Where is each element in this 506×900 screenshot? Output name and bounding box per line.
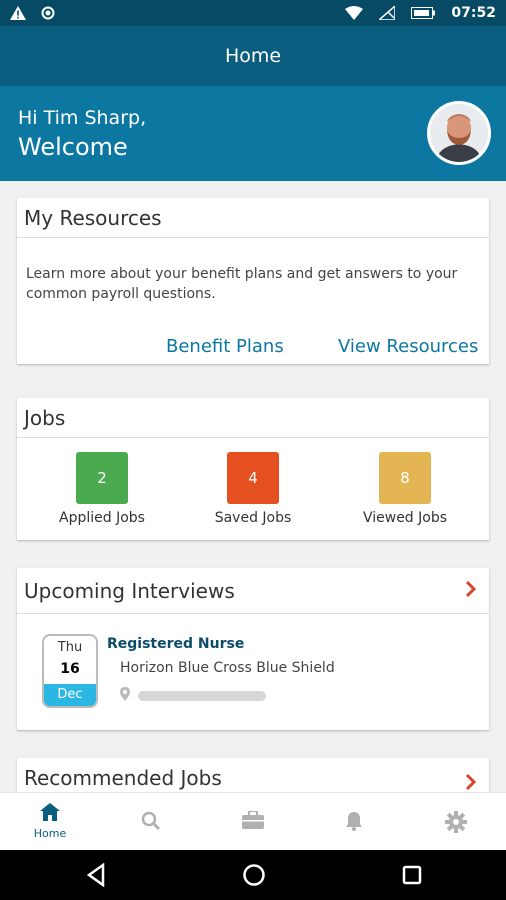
- resources-card: My Resources Learn more about your benef…: [17, 198, 489, 364]
- nav-home-label: Home: [33, 827, 67, 840]
- nav-notifications[interactable]: [304, 793, 404, 851]
- interview-company: Horizon Blue Cross Blue Shield: [120, 660, 335, 676]
- interviews-header[interactable]: Upcoming Interviews: [17, 568, 489, 614]
- nav-settings[interactable]: [406, 793, 506, 851]
- greeting-text: Hi Tim Sharp,: [18, 107, 147, 129]
- interview-job-title: Registered Nurse: [107, 636, 245, 652]
- home-icon: [40, 803, 60, 825]
- chevron-right-icon[interactable]: [465, 772, 477, 792]
- applied-jobs-stat[interactable]: 2 Applied Jobs: [37, 452, 167, 526]
- interview-day: 16: [60, 661, 80, 677]
- benefit-plans-link[interactable]: Benefit Plans: [166, 336, 284, 357]
- clock-time: 07:52: [451, 5, 496, 21]
- viewed-jobs-stat[interactable]: 8 Viewed Jobs: [340, 452, 470, 526]
- recents-icon[interactable]: [402, 865, 422, 889]
- jobs-title: Jobs: [17, 398, 489, 438]
- nav-search[interactable]: [101, 793, 201, 851]
- recommended-card[interactable]: Recommended Jobs: [17, 758, 489, 792]
- wifi-icon: [345, 6, 364, 20]
- location-target-icon: [40, 5, 56, 21]
- jobs-card: Jobs 2 Applied Jobs 4 Saved Jobs 8 Viewe…: [17, 398, 489, 540]
- saved-jobs-label: Saved Jobs: [214, 510, 292, 526]
- warning-icon: [10, 6, 26, 20]
- saved-jobs-count: 4: [227, 452, 279, 504]
- viewed-jobs-count: 8: [379, 452, 431, 504]
- nav-home[interactable]: Home: [0, 793, 100, 851]
- nav-jobs[interactable]: [203, 793, 303, 851]
- welcome-banner: Hi Tim Sharp, Welcome: [0, 86, 506, 181]
- battery-icon: [411, 7, 436, 19]
- applied-jobs-label: Applied Jobs: [59, 510, 145, 526]
- gear-icon: [445, 811, 467, 837]
- interview-location: [120, 686, 266, 705]
- welcome-title: Welcome: [18, 133, 128, 161]
- search-icon: [141, 811, 161, 835]
- resources-title: My Resources: [17, 198, 489, 238]
- viewed-jobs-label: Viewed Jobs: [362, 510, 448, 526]
- applied-jobs-count: 2: [76, 452, 128, 504]
- system-nav-bar: [0, 850, 506, 900]
- interview-day-of-week: Thu: [57, 640, 83, 655]
- interviews-card: Upcoming Interviews Thu 16 Dec Registere…: [17, 568, 489, 730]
- resources-description: Learn more about your benefit plans and …: [26, 266, 458, 302]
- view-resources-link[interactable]: View Resources: [338, 336, 478, 357]
- interview-item[interactable]: Thu 16 Dec Registered Nurse Horizon Blue…: [17, 614, 489, 730]
- location-redacted: [138, 690, 266, 701]
- app-bar: Home: [0, 26, 506, 86]
- bell-icon: [345, 811, 363, 835]
- chevron-right-icon[interactable]: [465, 579, 477, 603]
- avatar[interactable]: [427, 101, 491, 165]
- recommended-title: Recommended Jobs: [24, 766, 222, 790]
- interviews-title: Upcoming Interviews: [24, 578, 235, 603]
- map-pin-icon: [120, 686, 130, 705]
- briefcase-icon: [242, 810, 264, 833]
- no-signal-icon: [379, 6, 396, 20]
- page-title: Home: [224, 45, 282, 67]
- bottom-nav: Home: [0, 792, 506, 850]
- home-circle-icon[interactable]: [242, 863, 266, 891]
- interview-month: Dec: [44, 684, 96, 706]
- saved-jobs-stat[interactable]: 4 Saved Jobs: [188, 452, 318, 526]
- interview-date: Thu 16 Dec: [42, 634, 98, 708]
- status-bar: 07:52: [0, 0, 506, 26]
- back-icon[interactable]: [85, 862, 107, 891]
